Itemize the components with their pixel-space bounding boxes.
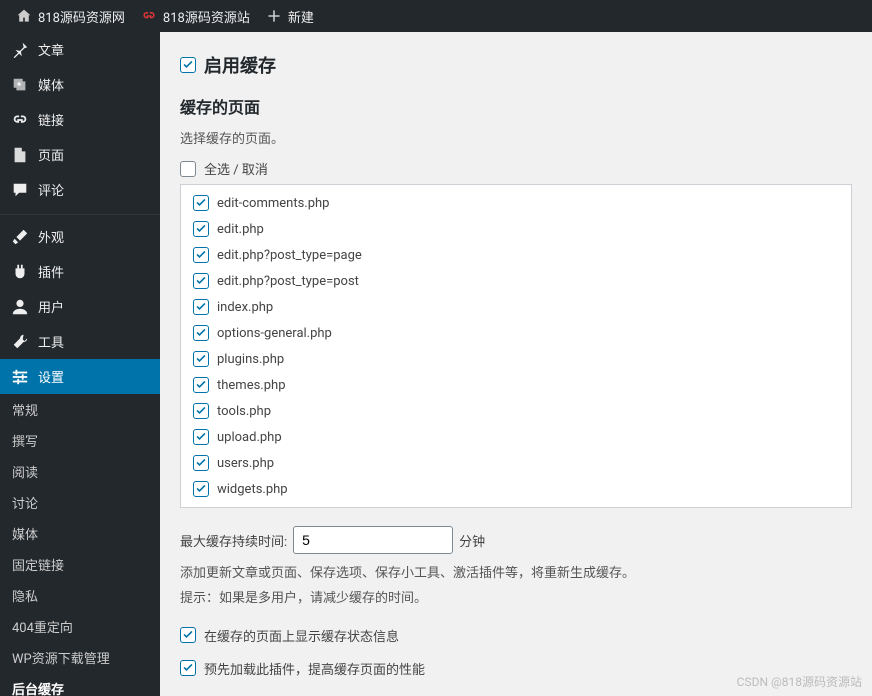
max-duration-unit: 分钟 — [459, 531, 485, 550]
submenu-item[interactable]: 常规 — [0, 394, 160, 425]
topbar-site-2-label: 818源码资源站 — [163, 7, 250, 26]
page-filename: users.php — [217, 456, 274, 471]
page-checkbox[interactable] — [193, 429, 209, 445]
menu-label: 设置 — [38, 367, 64, 386]
pin-icon — [10, 41, 30, 59]
page-icon — [10, 146, 30, 164]
menu-label: 外观 — [38, 227, 64, 246]
page-filename: edit-comments.php — [217, 196, 329, 211]
brush-icon — [10, 228, 30, 246]
page-filename: widgets.php — [217, 482, 288, 497]
page-filename: edit.php?post_type=page — [217, 248, 362, 263]
topbar-site-1-label: 818源码资源网 — [38, 7, 125, 26]
submenu-item[interactable]: 隐私 — [0, 580, 160, 611]
page-checkbox[interactable] — [193, 247, 209, 263]
page-filename: themes.php — [217, 378, 286, 393]
topbar-new[interactable]: 新建 — [258, 0, 322, 32]
media-icon — [10, 76, 30, 94]
menu-item-user[interactable]: 用户 — [0, 289, 160, 324]
max-duration-label: 最大缓存持续时间: — [180, 531, 287, 550]
hint-regenerate: 添加更新文章或页面、保存选项、保存小工具、激活插件等，将重新生成缓存。 — [180, 564, 852, 585]
menu-item-link[interactable]: 链接 — [0, 102, 160, 137]
link-icon — [141, 8, 157, 24]
page-filename: edit.php — [217, 222, 264, 237]
submenu-item[interactable]: 讨论 — [0, 487, 160, 518]
tool-icon — [10, 333, 30, 351]
page-checkbox[interactable] — [193, 325, 209, 341]
menu-label: 页面 — [38, 145, 64, 164]
menu-label: 链接 — [38, 110, 64, 129]
page-checkbox[interactable] — [193, 221, 209, 237]
select-all-label: 全选 / 取消 — [204, 159, 268, 178]
submenu-item[interactable]: 撰写 — [0, 425, 160, 456]
page-checkbox[interactable] — [193, 299, 209, 315]
submenu-item[interactable]: 404重定向 — [0, 611, 160, 642]
menu-label: 工具 — [38, 332, 64, 351]
submenu-item[interactable]: WP资源下载管理 — [0, 642, 160, 673]
menu-item-tool[interactable]: 工具 — [0, 324, 160, 359]
menu-item-media[interactable]: 媒体 — [0, 67, 160, 102]
page-checkbox[interactable] — [193, 481, 209, 497]
page-filename: plugins.php — [217, 352, 284, 367]
page-filename: options-general.php — [217, 326, 332, 341]
user-icon — [10, 298, 30, 316]
menu-item-settings[interactable]: 设置 — [0, 359, 160, 394]
hint-multiuser: 提示：如果是多用户，请减少缓存的时间。 — [180, 589, 852, 610]
page-filename: tools.php — [217, 404, 271, 419]
menu-label: 文章 — [38, 40, 64, 59]
submenu-item[interactable]: 固定链接 — [0, 549, 160, 580]
preload-label: 预先加载此插件，提高缓存页面的性能 — [204, 659, 425, 678]
submenu-item[interactable]: 阅读 — [0, 456, 160, 487]
admin-sidebar: 文章媒体链接页面评论 外观插件用户工具设置 常规撰写阅读讨论媒体固定链接隐私40… — [0, 32, 160, 696]
show-status-label: 在缓存的页面上显示缓存状态信息 — [204, 626, 399, 645]
page-checkbox[interactable] — [193, 403, 209, 419]
topbar-site-1[interactable]: 818源码资源网 — [8, 0, 133, 32]
link-icon — [10, 111, 30, 129]
enable-cache-label: 启用缓存 — [204, 52, 276, 78]
menu-item-plugin[interactable]: 插件 — [0, 254, 160, 289]
page-checkbox[interactable] — [193, 273, 209, 289]
main-content: 启用缓存 缓存的页面 选择缓存的页面。 全选 / 取消 edit-comment… — [160, 32, 872, 696]
menu-item-comment[interactable]: 评论 — [0, 172, 160, 207]
page-filename: index.php — [217, 300, 273, 315]
comment-icon — [10, 181, 30, 199]
admin-topbar: 818源码资源网 818源码资源站 新建 — [0, 0, 872, 32]
plus-icon — [266, 8, 282, 24]
page-list: edit-comments.php edit.php edit.php?post_t… — [180, 184, 852, 508]
home-icon — [16, 8, 32, 24]
select-pages-desc: 选择缓存的页面。 — [180, 128, 852, 147]
submenu-item[interactable]: 后台缓存 — [0, 673, 160, 696]
topbar-site-2[interactable]: 818源码资源站 — [133, 0, 258, 32]
page-filename: upload.php — [217, 430, 282, 445]
page-checkbox[interactable] — [193, 351, 209, 367]
preload-checkbox[interactable] — [180, 660, 196, 676]
enable-cache-checkbox[interactable] — [180, 57, 196, 73]
menu-item-page[interactable]: 页面 — [0, 137, 160, 172]
menu-label: 媒体 — [38, 75, 64, 94]
menu-label: 用户 — [38, 297, 64, 316]
menu-item-brush[interactable]: 外观 — [0, 219, 160, 254]
show-status-checkbox[interactable] — [180, 627, 196, 643]
page-checkbox[interactable] — [193, 455, 209, 471]
settings-icon — [10, 368, 30, 386]
menu-separator — [0, 211, 160, 215]
page-checkbox[interactable] — [193, 195, 209, 211]
plugin-icon — [10, 263, 30, 281]
menu-item-pin[interactable]: 文章 — [0, 32, 160, 67]
menu-label: 插件 — [38, 262, 64, 281]
submenu-item[interactable]: 媒体 — [0, 518, 160, 549]
select-all-checkbox[interactable] — [180, 161, 196, 177]
cached-pages-heading: 缓存的页面 — [180, 94, 852, 118]
page-filename: edit.php?post_type=post — [217, 274, 359, 289]
topbar-new-label: 新建 — [288, 7, 314, 26]
page-checkbox[interactable] — [193, 377, 209, 393]
menu-label: 评论 — [38, 180, 64, 199]
max-duration-input[interactable] — [293, 526, 453, 554]
